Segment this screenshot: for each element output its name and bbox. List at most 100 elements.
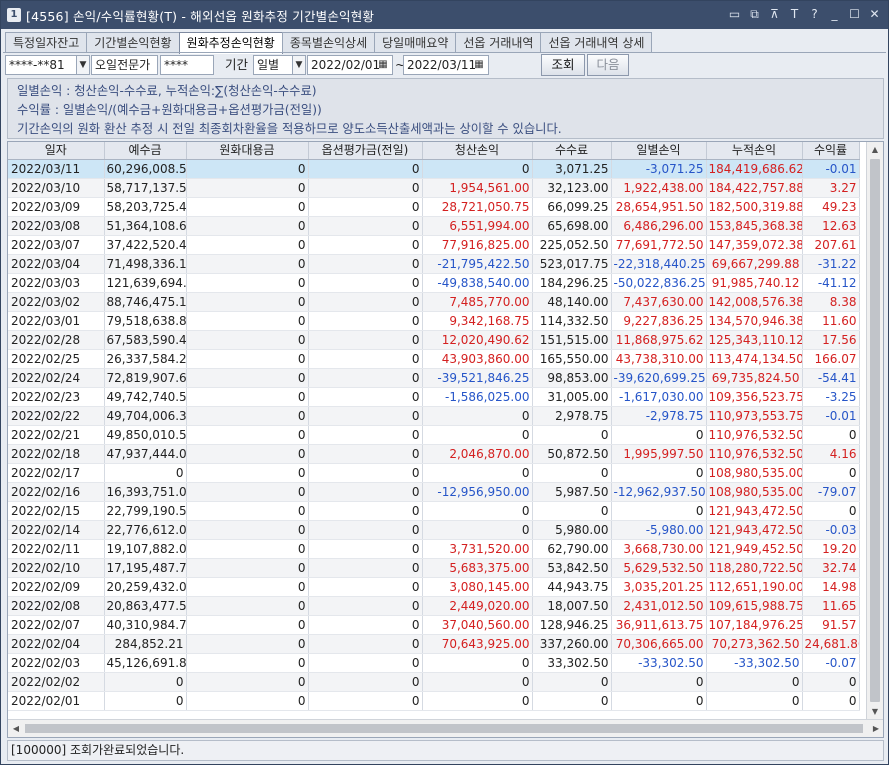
table-row[interactable]: 2022/02/18 47,937,444.03 0 0 2,046,870.00 50,…	[8, 444, 860, 464]
table-row[interactable]: 2022/03/10 58,717,137.50 0 0 1,954,561.00 32,…	[8, 178, 860, 198]
period-dropdown-icon[interactable]: ▼	[292, 55, 306, 75]
table-cell: 0	[308, 178, 423, 198]
table-cell: 108,980,535.00	[706, 463, 803, 483]
account-number-field[interactable]: ****-**81	[5, 55, 77, 75]
column-header[interactable]: 예수금	[104, 142, 187, 160]
vertical-scrollbar[interactable]: ▲ ▼	[866, 142, 883, 720]
query-button[interactable]: 조회	[541, 54, 585, 76]
maximize-icon[interactable]: ☐	[847, 6, 862, 22]
tab-fo-trade-history[interactable]: 선옵 거래내역	[455, 32, 542, 53]
table-row[interactable]: 2022/03/02 88,746,475.12 0 0 7,485,770.00 48,…	[8, 292, 860, 312]
table-row[interactable]: 2022/02/23 49,742,740.58 0 0 -1,586,025.00 31…	[8, 387, 860, 407]
table-row[interactable]: 2022/02/25 26,337,584.28 0 0 43,903,860.00 16…	[8, 349, 860, 369]
account-dropdown-icon[interactable]: ▼	[76, 55, 90, 75]
table-row[interactable]: 2022/02/04 284,852.21 0 0 70,643,925.00 337,2…	[8, 634, 860, 654]
column-header[interactable]: 수수료	[532, 142, 612, 160]
table-cell: 0	[104, 672, 187, 692]
table-cell: -21,795,422.50	[422, 254, 533, 274]
table-row[interactable]: 2022/02/21 49,850,010.55 0 0 0 0 0 110,976,532.…	[8, 425, 860, 445]
column-header[interactable]: 누적손익	[706, 142, 803, 160]
start-calendar-icon[interactable]: ▦	[375, 56, 391, 74]
table-row[interactable]: 2022/02/15 22,799,190.53 0 0 0 0 0 121,943,472.…	[8, 501, 860, 521]
scroll-down-icon[interactable]: ▼	[867, 704, 883, 720]
table-row[interactable]: 2022/03/03121,639,694.3300-49,838,540.00…	[8, 273, 860, 293]
font-size-icon[interactable]: T	[787, 6, 802, 22]
horizontal-scroll-thumb[interactable]	[25, 724, 863, 733]
table-cell: 53,842.50	[532, 558, 612, 578]
table-cell: 0	[308, 691, 423, 711]
tab-fo-trade-history-detail[interactable]: 선옵 거래내역 상세	[540, 32, 653, 53]
next-button[interactable]: 다음	[587, 54, 629, 76]
table-cell: 3,668,730.00	[611, 539, 707, 559]
table-cell: 0	[308, 501, 423, 521]
table-cell: 0	[186, 596, 309, 616]
table-cell: 14.98	[802, 577, 860, 597]
table-row[interactable]: 2022/02/08 20,863,477.50 0 0 2,449,020.00 18,…	[8, 596, 860, 616]
scroll-up-icon[interactable]: ▲	[867, 142, 883, 158]
scroll-left-icon[interactable]: ◀	[8, 721, 24, 737]
table-cell: 184,296.25	[532, 273, 612, 293]
table-cell: 0	[308, 292, 423, 312]
table-row[interactable]: 2022/02/03 45,126,691.89 0 0 0 33,302.50 -33,3…	[8, 653, 860, 673]
table-row[interactable]: 2022/03/07 37,422,520.43 0 0 77,916,825.00 22…	[8, 235, 860, 255]
table-cell: 0	[532, 691, 612, 711]
table-row[interactable]: 2022/02/24 72,819,907.62 0 0 -39,521,846.25 9…	[8, 368, 860, 388]
column-header[interactable]: 일별손익	[611, 142, 707, 160]
table-cell: -2,978.75	[611, 406, 707, 426]
table-row[interactable]: 2022/02/14 22,776,612.04 0 0 0 5,980.00 -5,980…	[8, 520, 860, 540]
column-header[interactable]: 원화대용금	[186, 142, 309, 160]
table-cell: 20,259,432.02	[104, 577, 187, 597]
table-row[interactable]: 2022/03/09 58,203,725.48 0 0 28,721,050.75 66…	[8, 197, 860, 217]
table-row[interactable]: 2022/02/22 49,704,006.34 0 0 0 2,978.75 -2,978…	[8, 406, 860, 426]
table-cell: 17,195,487.79	[104, 558, 187, 578]
table-row[interactable]: 2022/02/07 40,310,984.76 0 0 37,040,560.00 12…	[8, 615, 860, 635]
info-line-return-rate: 수익률 : 일별손익/(예수금+원화대용금+옵션평가금(전일))	[17, 103, 322, 117]
table-cell: 0	[706, 672, 803, 692]
tab-daily-trade-summary[interactable]: 당일매매요약	[374, 32, 457, 53]
tab-strip: 특정일자잔고 기간별손익현황 원화추정손익현황 종목별손익상세 당일매매요약 선…	[5, 32, 653, 54]
table-row[interactable]: 2022/02/16 16,393,751.05 0 0 -12,956,950.00 5…	[8, 482, 860, 502]
table-cell: 128,946.25	[532, 615, 612, 635]
tab-balance-by-date[interactable]: 특정일자잔고	[5, 32, 88, 53]
pin-icon[interactable]: ⊼	[767, 6, 782, 22]
table-row[interactable]: 2022/02/17 0 0 0 0 0 0 108,980,535.00 0	[8, 463, 860, 483]
column-header[interactable]: 수익률	[802, 142, 860, 160]
table-row[interactable]: 2022/03/11 60,296,008.50 0 0 0 3,071.25 -3,071…	[8, 159, 860, 179]
close-icon[interactable]: ✕	[867, 6, 882, 22]
table-row[interactable]: 2022/02/10 17,195,487.79 0 0 5,683,375.00 53,…	[8, 558, 860, 578]
table-row[interactable]: 2022/02/01 0 0 0 0 0 0 0 0	[8, 691, 860, 711]
table-row[interactable]: 2022/03/08 51,364,108.60 0 0 6,551,994.00 65,…	[8, 216, 860, 236]
table-cell: 0	[802, 501, 860, 521]
minimize-icon[interactable]: _	[827, 6, 842, 22]
horizontal-scrollbar[interactable]: ◀ ▶	[8, 719, 883, 737]
tab-period-pnl[interactable]: 기간별손익현황	[86, 32, 180, 53]
password-field[interactable]: ****	[160, 55, 214, 75]
end-calendar-icon[interactable]: ▦	[471, 56, 487, 74]
table-cell: 2,449,020.00	[422, 596, 533, 616]
table-cell: 70,306,665.00	[611, 634, 707, 654]
column-header[interactable]: 청산손익	[422, 142, 533, 160]
table-row[interactable]: 2022/02/11 19,107,882.04 0 0 3,731,520.00 62,…	[8, 539, 860, 559]
link-screen-icon[interactable]: ▭	[727, 6, 742, 22]
scroll-right-icon[interactable]: ▶	[868, 721, 883, 737]
tab-krw-estimated-pnl[interactable]: 원화추정손익현황	[178, 32, 283, 54]
table-row[interactable]: 2022/02/28 67,583,590.43 0 0 12,020,490.62 15…	[8, 330, 860, 350]
table-row[interactable]: 2022/03/04 71,498,336.18 0 0 -21,795,422.50 5…	[8, 254, 860, 274]
table-row[interactable]: 2022/02/02 0 0 0 0 0 0 0 0	[8, 672, 860, 692]
table-row[interactable]: 2022/02/09 20,259,432.02 0 0 3,080,145.00 44,…	[8, 577, 860, 597]
column-header[interactable]: 옵션평가금(전일)	[308, 142, 423, 160]
table-cell: 108,980,535.00	[706, 482, 803, 502]
table-cell: 8.38	[802, 292, 860, 312]
period-select[interactable]: 일별	[253, 55, 293, 75]
help-icon[interactable]: ?	[807, 6, 822, 22]
table-row[interactable]: 2022/03/01 79,518,638.87 0 0 9,342,168.75 114…	[8, 311, 860, 331]
tab-pnl-by-item[interactable]: 종목별손익상세	[281, 32, 376, 53]
table-cell: -1,586,025.00	[422, 387, 533, 407]
column-header[interactable]: 일자	[8, 142, 105, 160]
vertical-scroll-thumb[interactable]	[870, 159, 880, 702]
table-cell: 0	[186, 216, 309, 236]
table-cell: 36,911,613.75	[611, 615, 707, 635]
copy-window-icon[interactable]: ⧉	[747, 6, 762, 22]
table-cell: -1,617,030.00	[611, 387, 707, 407]
table-cell: -0.07	[802, 653, 860, 673]
